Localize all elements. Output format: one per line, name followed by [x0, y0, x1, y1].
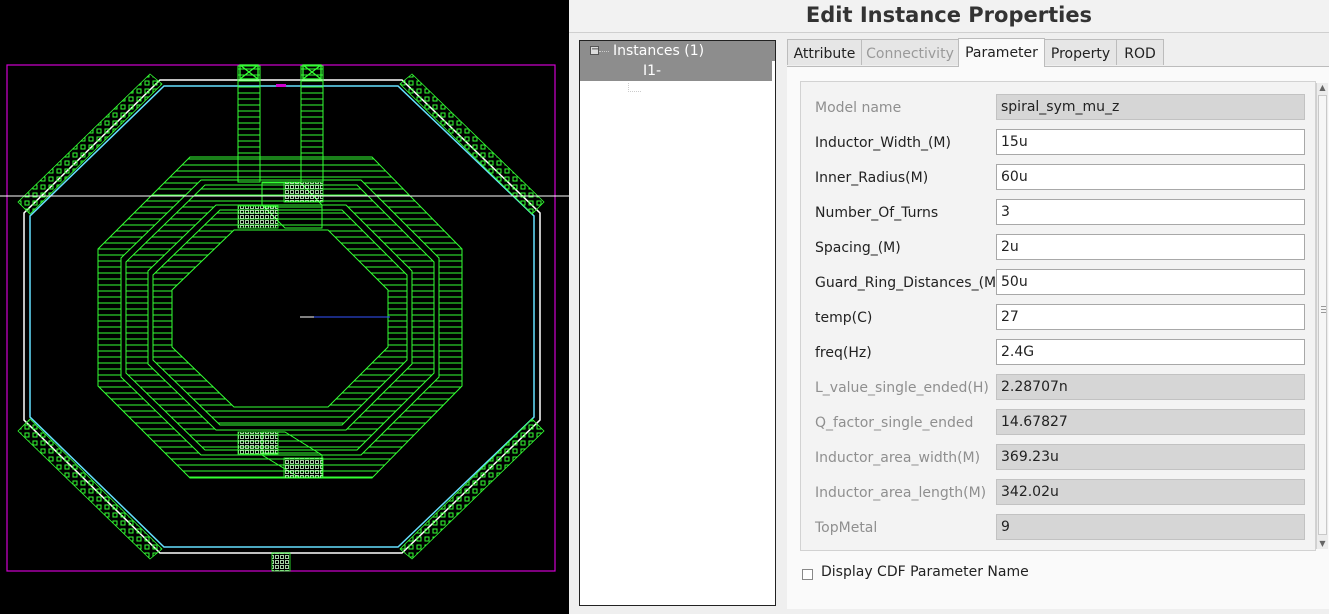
feed-line-left [237, 65, 261, 183]
param-row: Inner_Radius(M) 60u [801, 164, 1315, 194]
guard-ring-via-bottom-right [399, 418, 545, 560]
param-input[interactable]: 3 [996, 199, 1305, 225]
param-label: Inner_Radius(M) [815, 170, 929, 186]
dialog-title: Edit Instance Properties [569, 0, 1329, 33]
param-readonly-value: 9 [996, 514, 1305, 540]
param-row: Guard_Ring_Distances_(M) 50u [801, 269, 1315, 299]
param-label: freq(Hz) [815, 345, 872, 361]
scroll-down-icon[interactable]: ▼ [1318, 539, 1327, 549]
instance-tree[interactable]: − Instances (1) I1-spiral_sym_mu_z [579, 40, 776, 606]
param-label: temp(C) [815, 310, 873, 326]
param-label: L_value_single_ended(H) [815, 380, 989, 396]
param-readonly-value: spiral_sym_mu_z [996, 94, 1305, 120]
param-label: Spacing_(M) [815, 240, 901, 256]
param-input[interactable]: 50u [996, 269, 1305, 295]
param-label: Guard_Ring_Distances_(M) [815, 275, 1002, 291]
inductor-layout-drawing[interactable] [0, 0, 569, 614]
param-row: Q_factor_single_ended 14.67827 [801, 409, 1315, 439]
tab-property[interactable]: Property [1044, 39, 1117, 65]
guard-ring-via-bottom-left [17, 418, 163, 560]
tab-attribute[interactable]: Attribute [787, 39, 862, 65]
param-label: Model name [815, 100, 902, 116]
param-label: TopMetal [815, 520, 878, 536]
marker-red [276, 84, 286, 87]
parameter-scrollbar[interactable]: ▲ ▼ [1316, 83, 1328, 549]
via-array-top-left [237, 205, 279, 229]
tree-item-instance-i1[interactable]: I1-spiral_sym_mu_z [580, 61, 772, 99]
param-readonly-value: 369.23u [996, 444, 1305, 470]
tab-parameter[interactable]: Parameter [958, 38, 1045, 67]
display-cdf-label: Display CDF Parameter Name [821, 564, 1029, 580]
param-readonly-value: 2.28707n [996, 374, 1305, 400]
feed-line-right [300, 65, 324, 183]
tree-item-instances-label: Instances (1) [613, 43, 705, 59]
param-input[interactable]: 15u [996, 129, 1305, 155]
center-tap [271, 552, 291, 572]
edit-instance-properties-dialog: Edit Instance Properties − Instances (1)… [569, 0, 1329, 614]
param-label: Inductor_Width_(M) [815, 135, 951, 151]
guard-ring-via-top-left [17, 73, 163, 215]
param-input[interactable]: 2u [996, 234, 1305, 260]
param-row: TopMetal 9 [801, 514, 1315, 544]
param-label: Inductor_area_width(M) [815, 450, 981, 466]
guard-ring-via-top-right [399, 73, 545, 215]
param-input[interactable]: 60u [996, 164, 1305, 190]
param-label: Inductor_area_length(M) [815, 485, 987, 501]
via-array-bottom-right [283, 457, 324, 479]
via-array-top-right [283, 181, 324, 203]
param-row: L_value_single_ended(H) 2.28707n [801, 374, 1315, 404]
tab-rod[interactable]: ROD [1116, 39, 1164, 65]
layout-canvas[interactable] [0, 0, 569, 614]
tree-item-instances[interactable]: − Instances (1) [580, 41, 775, 61]
param-row: Inductor_Width_(M) 15u [801, 129, 1315, 159]
scroll-up-icon[interactable]: ▲ [1318, 83, 1327, 93]
via-array-bottom-left [237, 431, 279, 455]
param-readonly-value: 342.02u [996, 479, 1305, 505]
param-row: Number_Of_Turns 3 [801, 199, 1315, 229]
param-row: temp(C) 27 [801, 304, 1315, 334]
parameter-list: Model name spiral_sym_mu_z Inductor_Width_… [800, 81, 1316, 551]
param-readonly-value: 14.67827 [996, 409, 1305, 435]
param-label: Number_Of_Turns [815, 205, 939, 221]
display-cdf-checkbox[interactable] [802, 569, 813, 580]
param-input[interactable]: 2.4G [996, 339, 1305, 365]
param-input[interactable]: 27 [996, 304, 1305, 330]
collapse-icon[interactable]: − [590, 45, 599, 55]
param-row: Spacing_(M) 2u [801, 234, 1315, 264]
param-row: Inductor_area_width(M) 369.23u [801, 444, 1315, 474]
param-row: freq(Hz) 2.4G [801, 339, 1315, 369]
parameter-panel: Model name spiral_sym_mu_z Inductor_Width_… [787, 66, 1329, 609]
param-row: Inductor_area_length(M) 342.02u [801, 479, 1315, 509]
tab-connectivity: Connectivity [861, 39, 959, 65]
scroll-thumb[interactable] [1318, 95, 1327, 535]
param-label: Q_factor_single_ended [815, 415, 974, 431]
tree-item-instance-label: I1-spiral_sym_mu_z [643, 63, 762, 99]
param-row: Model name spiral_sym_mu_z [801, 94, 1315, 124]
